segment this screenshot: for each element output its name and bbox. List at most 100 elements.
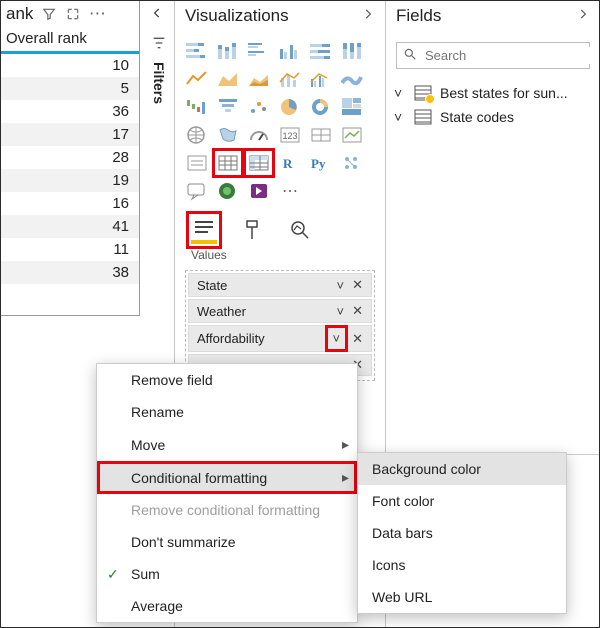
fields-tab-icon[interactable] [191,216,217,244]
chevron-down-icon[interactable]: ˅ [394,85,406,101]
chevron-down-icon[interactable]: ˅ [337,278,345,293]
visualizations-title: Visualizations [185,6,289,26]
matrix-visual-icon[interactable] [247,152,271,174]
table-item[interactable]: ˅ Best states for sun... [386,81,600,105]
report-table-visual: ank ⋯ Overall rank 10 5 36 17 28 19 16 4… [0,0,140,316]
clustered-column-icon[interactable] [278,40,302,62]
table-item[interactable]: ˅ State codes [386,105,600,129]
table-label: State codes [440,109,514,125]
svg-text:Py: Py [311,156,326,171]
submenu-arrow-icon: ▸ [342,469,349,486]
table-row: 36 [0,100,139,123]
table-row: 17 [0,123,139,146]
menu-item-sum[interactable]: ✓Sum [97,558,357,590]
remove-field-icon[interactable]: ✕ [352,277,363,293]
table-row: 28 [0,146,139,169]
field-pill-state[interactable]: State ˅✕ [188,273,372,297]
focus-mode-icon[interactable] [65,7,81,21]
field-pill-label: Affordability [197,331,265,346]
key-influencers-icon[interactable] [340,152,364,174]
column-header[interactable]: Overall rank [0,28,139,54]
menu-item-dont-summarize[interactable]: Don't summarize [97,526,357,558]
more-options-icon[interactable]: ⋯ [89,4,105,24]
kpi-icon[interactable] [340,124,364,146]
table-row: 10 [0,54,139,77]
table-label: Best states for sun... [440,85,568,101]
pie-chart-icon[interactable] [278,96,302,118]
hundred-column-icon[interactable] [340,40,364,62]
waterfall-icon[interactable] [185,96,209,118]
chevron-down-icon[interactable]: ˅ [394,109,406,125]
remove-field-icon[interactable]: ✕ [352,331,363,347]
table-visual-icon[interactable] [216,152,240,174]
remove-field-icon[interactable]: ✕ [352,303,363,319]
submenu-item-data-bars[interactable]: Data bars [358,517,566,549]
treemap-icon[interactable] [340,96,364,118]
menu-item-average[interactable]: Average [97,590,357,622]
submenu-item-background-color[interactable]: Background color [358,453,566,485]
hundred-bar-icon[interactable] [309,40,333,62]
table-row: 11 [0,238,139,261]
scatter-icon[interactable] [247,96,271,118]
table-row: 41 [0,215,139,238]
conditional-formatting-submenu: Background color Font color Data bars Ic… [357,452,567,614]
submenu-item-web-url[interactable]: Web URL [358,581,566,613]
chevron-down-icon[interactable]: ˅ [329,329,345,348]
analytics-tab-icon[interactable] [287,216,313,244]
expand-panel-icon[interactable] [361,6,375,26]
line-chart-icon[interactable] [185,68,209,90]
python-visual-icon[interactable]: Py [309,152,333,174]
search-input[interactable] [423,47,600,64]
fields-search[interactable] [396,42,590,69]
gauge-icon[interactable] [247,124,271,146]
table-header-bar: ank ⋯ [0,0,139,28]
line-clustered-icon[interactable] [309,68,333,90]
card-icon[interactable]: 123 [278,124,302,146]
funnel-icon[interactable] [216,96,240,118]
field-pill-weather[interactable]: Weather ˅ ✕ [188,299,372,323]
slicer-icon[interactable] [185,152,209,174]
collapse-panel-icon[interactable] [150,6,164,23]
table-row: 5 [0,77,139,100]
submenu-item-font-color[interactable]: Font color [358,485,566,517]
format-tab-icon[interactable] [239,216,265,244]
more-visuals-icon[interactable]: ⋯ [278,180,302,202]
filters-icon [151,35,167,54]
area-chart-icon[interactable] [216,68,240,90]
submenu-item-icons[interactable]: Icons [358,549,566,581]
qna-visual-icon[interactable] [185,180,209,202]
values-section-label: Values [175,244,385,270]
stacked-column-icon[interactable] [216,40,240,62]
table-row: 38 [0,261,139,284]
stacked-area-icon[interactable] [247,68,271,90]
line-column-icon[interactable] [278,68,302,90]
chevron-down-icon[interactable]: ˅ [337,304,345,319]
expand-panel-icon[interactable] [576,6,590,26]
fields-panel: Fields ˅ Best states for sun... ˅ State … [386,0,600,455]
field-context-menu: Remove field Rename Move▸ Conditional fo… [96,363,358,623]
field-pill-affordability[interactable]: Affordability ˅ ✕ [188,325,372,352]
donut-chart-icon[interactable] [309,96,333,118]
menu-item-conditional-formatting[interactable]: Conditional formatting▸ [97,461,357,494]
table-row: 19 [0,169,139,192]
arcgis-icon[interactable] [216,180,240,202]
map-icon[interactable] [185,124,209,146]
search-icon [403,47,417,64]
check-icon: ✓ [107,566,119,583]
filters-tab[interactable]: Filters [150,35,168,104]
filled-map-icon[interactable] [216,124,240,146]
table-title: ank [6,4,33,24]
clustered-bar-icon[interactable] [247,40,271,62]
stacked-bar-icon[interactable] [185,40,209,62]
field-pill-label: Weather [197,304,246,319]
powerapps-icon[interactable] [247,180,271,202]
menu-item-remove-field[interactable]: Remove field [97,364,357,396]
r-visual-icon[interactable]: R [278,152,302,174]
menu-item-move[interactable]: Move▸ [97,428,357,461]
multi-card-icon[interactable] [309,124,333,146]
visual-tools [175,214,385,244]
filter-icon[interactable] [41,7,57,21]
ribbon-chart-icon[interactable] [340,68,364,90]
table-icon [414,109,432,125]
menu-item-rename[interactable]: Rename [97,396,357,428]
